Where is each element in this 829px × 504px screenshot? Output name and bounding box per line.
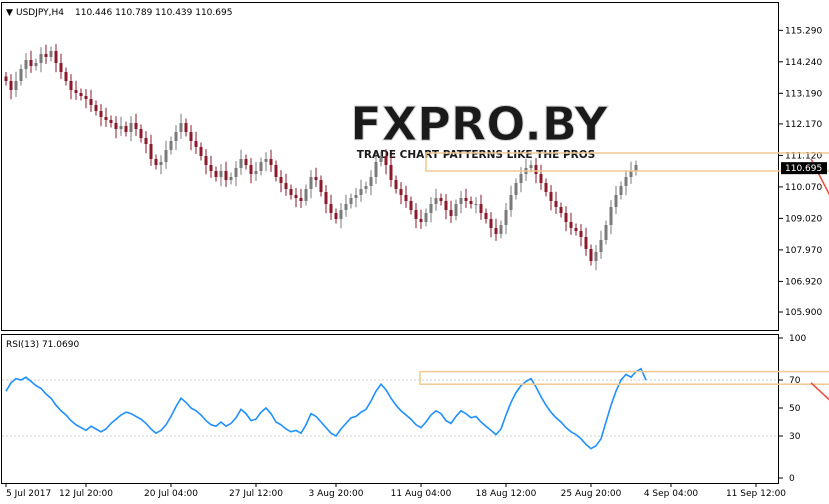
rsi-tick-label: 30 [789, 432, 801, 442]
price-tick-label: 112.170 [785, 120, 822, 130]
price-tick-label: 106.920 [785, 277, 822, 287]
time-tick-label: 27 Jul 12:00 [229, 489, 283, 499]
rsi-tick-label: 100 [789, 334, 806, 344]
time-tick-label: 12 Jul 20:00 [59, 489, 113, 499]
rsi-title: RSI(13) 71.0690 [6, 340, 79, 350]
rsi-tick-label: 50 [789, 404, 801, 414]
watermark-tagline: TRADE CHART PATTERNS LIKE THE PROS [357, 149, 595, 161]
watermark: FXPRO.BY TRADE CHART PATTERNS LIKE THE P… [350, 97, 609, 162]
time-tick-label: 20 Jul 04:00 [144, 489, 198, 499]
rsi-panel [1, 334, 779, 484]
time-tick-label: 4 Sep 04:00 [644, 489, 699, 499]
price-tick-label: 105.900 [785, 308, 822, 318]
symbol-title: USDJPY,H4 [16, 8, 64, 18]
rsi-arrow [810, 382, 829, 401]
rsi-tick-label: 0 [789, 474, 795, 484]
time-tick-label: 3 Aug 20:00 [309, 489, 364, 499]
time-axis: 5 Jul 2017 12 Jul 20:00 20 Jul 04:00 27 Jul… [5, 483, 786, 499]
time-tick-label: 11 Aug 04:00 [391, 489, 452, 499]
time-tick-label: 25 Aug 20:00 [561, 489, 622, 499]
price-tick-label: 110.070 [785, 183, 822, 193]
chart-canvas: FXPRO.BY TRADE CHART PATTERNS LIKE THE P… [1, 2, 829, 499]
ohlc-values: 110.446 110.789 110.439 110.695 [75, 8, 232, 18]
price-tick-label: 115.290 [785, 26, 822, 36]
time-tick-label: 18 Aug 12:00 [476, 489, 537, 499]
price-tick-label: 113.190 [785, 89, 822, 99]
time-tick-label: 5 Jul 2017 [6, 489, 51, 499]
price-tick-label: 109.020 [785, 214, 822, 224]
time-tick-label: 11 Sep 12:00 [726, 489, 786, 499]
current-price-label: 110.695 [785, 164, 822, 174]
symbol-triangle: ▼ [6, 8, 13, 18]
watermark-brand: FXPRO.BY [350, 97, 608, 151]
price-tick-label: 114.240 [785, 58, 822, 68]
price-tick-label: 107.970 [785, 246, 822, 256]
